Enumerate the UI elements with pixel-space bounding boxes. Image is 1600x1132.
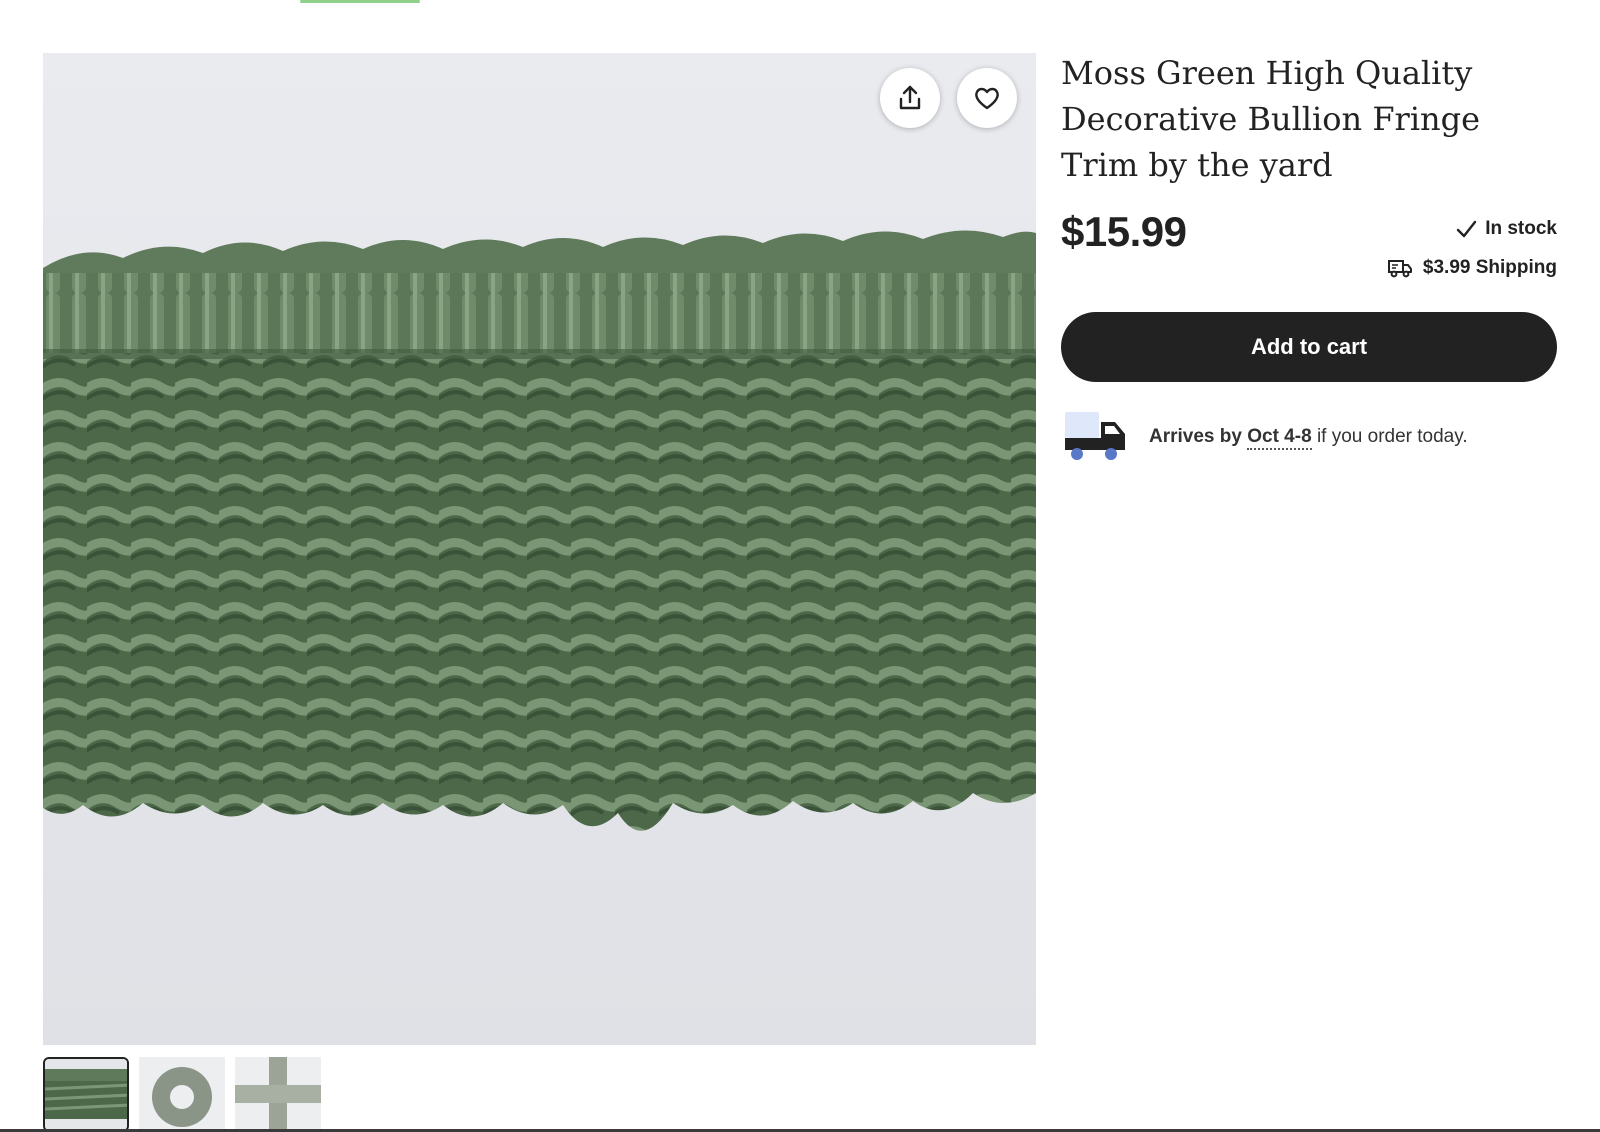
product-price: $15.99 [1061, 208, 1187, 255]
delivery-text: Arrives by Oct 4-8 if you order today. [1149, 426, 1468, 450]
fringe-photo [43, 53, 1036, 1045]
truck-icon [1065, 412, 1125, 460]
add-to-cart-button[interactable]: Add to cart [1061, 312, 1557, 382]
stock-label: In stock [1485, 218, 1557, 239]
delivery-van-icon [1387, 260, 1412, 278]
shipping-cost: $3.99 Shipping [1387, 257, 1557, 279]
stock-status: In stock [1455, 218, 1557, 240]
shipping-label: $3.99 Shipping [1422, 257, 1557, 278]
share-button[interactable] [880, 68, 940, 128]
thumbnail-image [139, 1057, 225, 1132]
delivery-suffix: if you order today. [1316, 426, 1468, 447]
thumbnail-2[interactable] [139, 1057, 225, 1132]
thumbnail-3[interactable] [235, 1057, 321, 1132]
heart-icon [975, 87, 999, 110]
product-title: Moss Green High Quality Decorative Bulli… [1061, 54, 1481, 184]
delivery-dates-link[interactable]: Oct 4-8 [1247, 426, 1312, 450]
thumbnail-image [45, 1059, 127, 1130]
share-icon [899, 85, 921, 110]
delivery-prefix: Arrives by [1149, 426, 1242, 447]
thumbnail-image [235, 1057, 321, 1132]
product-main-image[interactable] [43, 53, 1036, 1045]
delivery-estimate: Arrives by Oct 4-8 if you order today. [1065, 412, 1468, 462]
thumbnail-1[interactable] [43, 1057, 129, 1132]
top-accent-bar [300, 0, 420, 3]
check-icon [1456, 220, 1477, 238]
favorite-button[interactable] [957, 68, 1017, 128]
